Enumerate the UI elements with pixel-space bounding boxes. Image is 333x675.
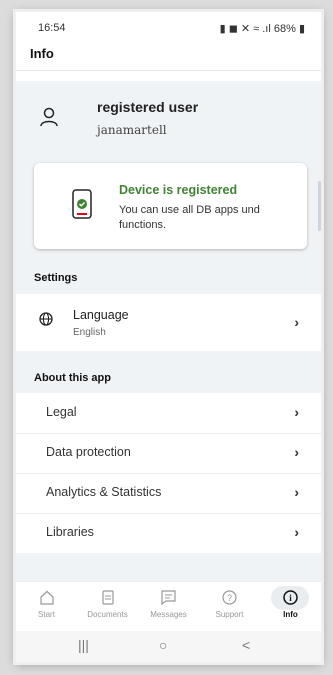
signal-icon: ▮ ◼ ✕ ≈ .ıl — [219, 23, 274, 35]
tab-label: Info — [283, 610, 298, 619]
tab-messages[interactable]: Messages — [138, 582, 199, 632]
device-status-text: You can use all DB apps und functions. — [119, 204, 260, 231]
home-button[interactable]: ○ — [159, 637, 167, 653]
chevron-right-icon: › — [294, 524, 299, 540]
language-row[interactable]: Language English › — [16, 294, 321, 351]
svg-text:?: ? — [227, 593, 232, 603]
status-time: 16:54 — [38, 22, 66, 34]
user-name: registered user — [97, 99, 199, 115]
tab-label: Support — [215, 610, 244, 619]
user-icon — [40, 107, 58, 132]
chevron-right-icon: › — [294, 484, 299, 500]
bottom-tab-bar: Start Documents Messages ? Support i Inf… — [16, 581, 321, 632]
message-icon — [138, 590, 199, 608]
settings-header: Settings — [34, 272, 78, 284]
chevron-right-icon: › — [294, 404, 299, 420]
menu-item-analytics[interactable]: Analytics & Statistics › — [16, 473, 321, 514]
menu-item-label: Legal — [46, 405, 77, 419]
info-content[interactable]: registered user janamartell Device is re… — [16, 81, 321, 581]
tab-start[interactable]: Start — [16, 582, 77, 632]
status-bar: 16:54 ▮ ◼ ✕ ≈ .ıl 68% ▮ — [16, 12, 321, 42]
tab-info[interactable]: i Info — [260, 582, 321, 632]
menu-item-label: Data protection — [46, 445, 131, 459]
phone-screen: 16:54 ▮ ◼ ✕ ≈ .ıl 68% ▮ Info registered … — [16, 12, 321, 662]
system-nav-bar: ||| ○ < — [16, 631, 321, 662]
document-icon — [77, 590, 138, 608]
about-menu: Legal › Data protection › Analytics & St… — [16, 393, 321, 553]
registered-phone-icon — [72, 189, 92, 224]
chevron-right-icon: › — [294, 444, 299, 460]
tab-documents[interactable]: Documents — [77, 582, 138, 632]
tab-label: Messages — [150, 610, 187, 619]
page-title: Info — [30, 46, 54, 61]
menu-item-label: Libraries — [46, 525, 94, 539]
help-icon: ? — [199, 590, 260, 608]
back-button[interactable]: < — [242, 637, 250, 653]
recents-button[interactable]: ||| — [78, 637, 89, 653]
chevron-right-icon: › — [294, 314, 299, 330]
tab-label: Start — [38, 610, 55, 619]
tab-label: Documents — [87, 610, 128, 619]
user-login: janamartell — [97, 123, 167, 137]
language-value: English — [73, 327, 106, 338]
svg-text:i: i — [289, 593, 292, 603]
user-section: registered user janamartell — [16, 81, 321, 151]
scrollbar[interactable] — [318, 181, 321, 231]
menu-item-data-protection[interactable]: Data protection › — [16, 433, 321, 474]
home-icon — [16, 590, 77, 608]
battery-percent: 68% — [273, 23, 296, 35]
status-indicators: ▮ ◼ ✕ ≈ .ıl 68% ▮ — [220, 22, 305, 35]
about-header: About this app — [34, 372, 111, 384]
language-label: Language — [73, 308, 129, 322]
menu-item-legal[interactable]: Legal › — [16, 393, 321, 434]
device-status-title: Device is registered — [119, 183, 238, 197]
menu-item-libraries[interactable]: Libraries › — [16, 513, 321, 553]
menu-item-label: Analytics & Statistics — [46, 485, 162, 499]
device-status-card: Device is registered You can use all DB … — [34, 163, 307, 249]
tab-support[interactable]: ? Support — [199, 582, 260, 632]
app-bar: Info — [16, 42, 321, 71]
globe-icon — [39, 312, 53, 331]
battery-icon: ▮ — [295, 23, 305, 35]
